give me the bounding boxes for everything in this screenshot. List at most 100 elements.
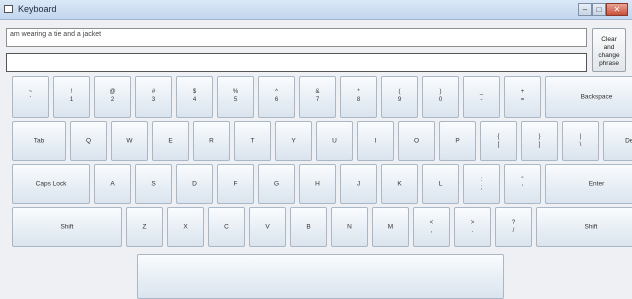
key-j[interactable]: J — [340, 164, 377, 204]
key-r2-12[interactable]: }] — [521, 121, 558, 161]
key-z[interactable]: Z — [126, 207, 163, 247]
key-r1-5[interactable]: % 5 — [217, 76, 254, 118]
key-r1-7[interactable]: & 7 — [299, 76, 336, 118]
key-label: K — [397, 180, 402, 188]
key-l[interactable]: L — [422, 164, 459, 204]
key-f[interactable]: F — [217, 164, 254, 204]
key-shift-symbol: > — [470, 220, 475, 226]
maximize-icon[interactable]: □ — [592, 3, 606, 16]
key-r4-9[interactable]: >. — [454, 207, 491, 247]
on-screen-keyboard: ~ `! 1 @2 #3 $4% 5 ^ 6 & 7 * 8(9) 0 _ - + = Backspace Tab Q W… — [12, 76, 632, 299]
key-base-symbol: ` — [29, 97, 32, 103]
key-o[interactable]: O — [398, 121, 435, 161]
key-h[interactable]: H — [299, 164, 336, 204]
key-r1-4[interactable]: $4 — [176, 76, 213, 118]
key-tab[interactable]: Tab — [12, 121, 66, 161]
key-r4-8[interactable]: <, — [413, 207, 450, 247]
key-label: U — [332, 137, 337, 145]
key-label: I — [374, 137, 377, 145]
key-r2-11[interactable]: {[ — [480, 121, 517, 161]
key-base-symbol: 6 — [274, 97, 279, 103]
key-v[interactable]: V — [249, 207, 286, 247]
key-r1-0[interactable]: ~ ` — [12, 76, 49, 118]
key-shift-symbol: _ — [479, 89, 484, 95]
key-shift-symbol: * — [357, 89, 360, 95]
clear-label-3: change — [598, 52, 620, 59]
key-q[interactable]: Q — [70, 121, 107, 161]
key-n[interactable]: N — [331, 207, 368, 247]
key-g[interactable]: G — [258, 164, 295, 204]
key-shift-symbol: " — [521, 177, 524, 183]
key-r1-6[interactable]: ^ 6 — [258, 76, 295, 118]
key-a[interactable]: A — [94, 164, 131, 204]
key-label: Shift — [584, 223, 598, 231]
key-base-symbol: 0 — [438, 97, 443, 103]
key-label: Enter — [588, 180, 605, 188]
key-p[interactable]: P — [439, 121, 476, 161]
minimize-icon[interactable]: – — [578, 3, 592, 16]
key-s[interactable]: S — [135, 164, 172, 204]
key-t[interactable]: T — [234, 121, 271, 161]
key-w[interactable]: W — [111, 121, 148, 161]
key-backspace[interactable]: Backspace — [545, 76, 632, 118]
key-u[interactable]: U — [316, 121, 353, 161]
key-r3-10[interactable]: :; — [463, 164, 500, 204]
key-shift-symbol: < — [429, 220, 434, 226]
key-shift[interactable]: Shift — [536, 207, 632, 247]
key-d[interactable]: D — [176, 164, 213, 204]
key-r1-1[interactable]: ! 1 — [53, 76, 90, 118]
key-shift-symbol: ? — [511, 220, 516, 226]
clear-label-4: phrase — [599, 60, 619, 67]
key-base-symbol: 2 — [110, 97, 115, 103]
key-r1-8[interactable]: * 8 — [340, 76, 377, 118]
key-r[interactable]: R — [193, 121, 230, 161]
key-base-symbol: 3 — [151, 97, 156, 103]
key-base-symbol: ' — [521, 185, 524, 191]
key-base-symbol: . — [471, 228, 474, 234]
clear-and-change-phrase-button[interactable]: Clear and change phrase — [592, 28, 626, 72]
key-shift-symbol: @ — [109, 89, 116, 95]
key-label: J — [356, 180, 361, 188]
key-y[interactable]: Y — [275, 121, 312, 161]
clear-label-1: Clear — [601, 36, 617, 43]
key-shift-symbol: { — [497, 134, 500, 140]
key-r1-2[interactable]: @2 — [94, 76, 131, 118]
key-r1-3[interactable]: #3 — [135, 76, 172, 118]
key-k[interactable]: K — [381, 164, 418, 204]
key-shift[interactable]: Shift — [12, 207, 122, 247]
close-icon[interactable]: ✕ — [606, 3, 628, 16]
key-shift-symbol: # — [151, 89, 156, 95]
key-label: O — [413, 137, 420, 145]
key-shift-symbol: ~ — [28, 89, 33, 95]
key-base-symbol: 7 — [315, 97, 320, 103]
window-title: Keyboard — [18, 4, 57, 14]
typing-input[interactable] — [6, 53, 587, 72]
key-label: E — [168, 137, 173, 145]
key-label: L — [438, 180, 443, 188]
key-enter[interactable]: Enter — [545, 164, 632, 204]
key-label: Q — [85, 137, 92, 145]
key-b[interactable]: B — [290, 207, 327, 247]
key-m[interactable]: M — [372, 207, 409, 247]
key-del[interactable]: Del — [603, 121, 632, 161]
key-r1-12[interactable]: + = — [504, 76, 541, 118]
key-base-symbol: - — [480, 97, 483, 103]
key-r2-13[interactable]: | \ — [562, 121, 599, 161]
key-x[interactable]: X — [167, 207, 204, 247]
key-label: M — [387, 223, 394, 231]
key-r3-11[interactable]: " ' — [504, 164, 541, 204]
key-base-symbol: \ — [579, 142, 582, 148]
key-r1-11[interactable]: _ - — [463, 76, 500, 118]
key-r1-9[interactable]: (9 — [381, 76, 418, 118]
key-caps-lock[interactable]: Caps Lock — [12, 164, 90, 204]
key-r1-10[interactable]: ) 0 — [422, 76, 459, 118]
key-shift-symbol: + — [520, 89, 525, 95]
key-base-symbol: 8 — [356, 97, 361, 103]
key-c[interactable]: C — [208, 207, 245, 247]
key-r4-10[interactable]: ? / — [495, 207, 532, 247]
key-base-symbol: , — [430, 228, 433, 234]
key-i[interactable]: I — [357, 121, 394, 161]
key-shift-symbol: : — [480, 177, 483, 183]
space-key[interactable] — [137, 254, 504, 299]
key-e[interactable]: E — [152, 121, 189, 161]
